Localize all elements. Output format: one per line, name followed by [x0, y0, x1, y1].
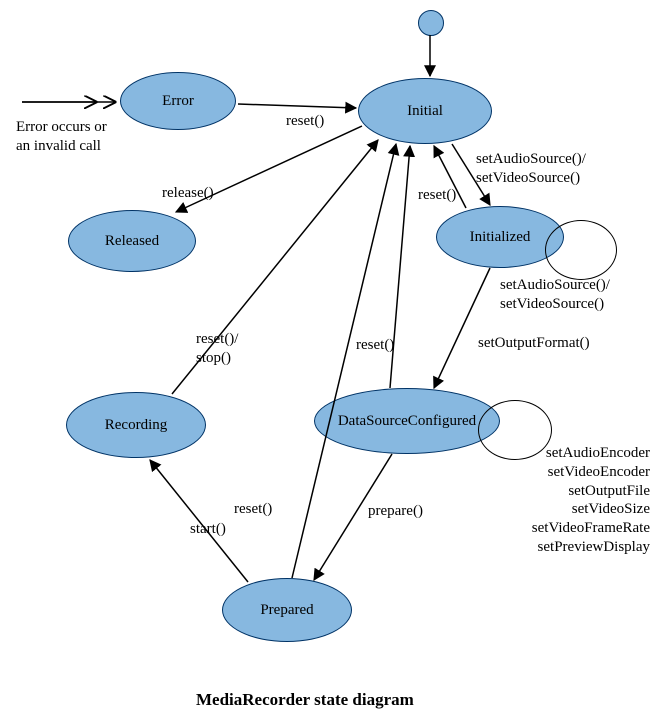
state-prepared: Prepared: [222, 578, 352, 642]
state-released: Released: [68, 210, 196, 272]
label-reset-from-prepared: reset(): [234, 500, 272, 519]
label-set-output-format: setOutputFormat(): [478, 334, 590, 353]
label-error-cause: Error occurs oran invalid call: [16, 118, 136, 156]
label-reset-stop: reset()/stop(): [196, 330, 276, 368]
state-label: Released: [105, 233, 159, 250]
label-reset-from-initialized: reset(): [418, 186, 456, 205]
label-dsc-loop: setAudioEncoder()setVideoEncoder()setOut…: [500, 444, 650, 557]
label-initialized-loop: setAudioSource()/setVideoSource(): [500, 276, 650, 314]
label-reset-error: reset(): [286, 112, 324, 131]
start-dot: [418, 10, 444, 36]
state-diagram: Error Initial Released Initialized Recor…: [0, 0, 650, 721]
state-label: DataSourceConfigured: [338, 413, 476, 430]
state-label: Error: [162, 93, 194, 110]
label-set-src: setAudioSource()/setVideoSource(): [476, 150, 626, 188]
label-release: release(): [162, 184, 214, 203]
state-initial: Initial: [358, 78, 492, 144]
state-recording: Recording: [66, 392, 206, 458]
state-label: Initial: [407, 103, 443, 120]
label-prepare: prepare(): [368, 502, 423, 521]
state-label: Recording: [105, 417, 167, 434]
state-label: Initialized: [470, 229, 531, 246]
diagram-caption: MediaRecorder state diagram: [196, 690, 414, 710]
state-dsc: DataSourceConfigured: [314, 388, 500, 454]
state-error: Error: [120, 72, 236, 130]
state-initialized: Initialized: [436, 206, 564, 268]
initialized-self-loop: [545, 220, 617, 280]
label-start: start(): [190, 520, 226, 539]
state-label: Prepared: [260, 602, 313, 619]
label-reset-from-dsc: reset(): [356, 336, 394, 355]
